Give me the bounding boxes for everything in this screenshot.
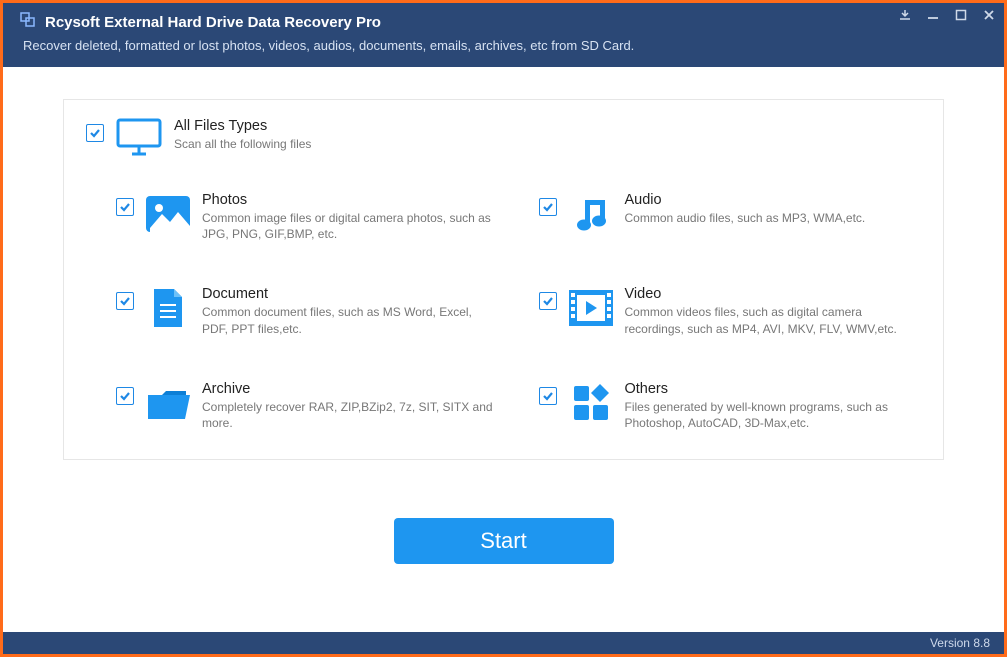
footer-area: Start bbox=[63, 460, 944, 622]
photos-icon bbox=[146, 192, 190, 236]
photos-title: Photos bbox=[202, 192, 499, 208]
checkbox-all[interactable] bbox=[86, 124, 104, 142]
video-icon bbox=[569, 286, 613, 330]
archive-title: Archive bbox=[202, 381, 499, 397]
category-document: Document Common document files, such as … bbox=[116, 286, 499, 336]
monitor-icon bbox=[116, 118, 162, 158]
download-icon[interactable] bbox=[896, 7, 914, 23]
category-archive: Archive Completely recover RAR, ZIP,BZip… bbox=[116, 381, 499, 431]
minimize-button[interactable] bbox=[924, 7, 942, 23]
others-icon bbox=[569, 381, 613, 425]
category-all: All Files Types Scan all the following f… bbox=[86, 118, 921, 158]
archive-desc: Completely recover RAR, ZIP,BZip2, 7z, S… bbox=[202, 399, 499, 431]
app-icon bbox=[19, 11, 37, 34]
file-types-panel: All Files Types Scan all the following f… bbox=[63, 99, 944, 460]
archive-icon bbox=[146, 381, 190, 425]
audio-desc: Common audio files, such as MP3, WMA,etc… bbox=[625, 210, 922, 226]
checkbox-document[interactable] bbox=[116, 292, 134, 310]
app-title: Rcysoft External Hard Drive Data Recover… bbox=[45, 14, 381, 31]
maximize-button[interactable] bbox=[952, 7, 970, 23]
categories-grid: Photos Common image files or digital cam… bbox=[86, 192, 921, 431]
video-desc: Common videos files, such as digital cam… bbox=[625, 304, 922, 336]
version-label: Version 8.8 bbox=[930, 636, 990, 650]
close-button[interactable] bbox=[980, 7, 998, 23]
all-desc: Scan all the following files bbox=[174, 136, 921, 152]
document-desc: Common document files, such as MS Word, … bbox=[202, 304, 499, 336]
audio-icon bbox=[569, 192, 613, 236]
checkbox-audio[interactable] bbox=[539, 198, 557, 216]
category-audio: Audio Common audio files, such as MP3, W… bbox=[539, 192, 922, 242]
category-others: Others Files generated by well-known pro… bbox=[539, 381, 922, 431]
app-subtitle: Recover deleted, formatted or lost photo… bbox=[23, 38, 988, 53]
document-title: Document bbox=[202, 286, 499, 302]
category-photos: Photos Common image files or digital cam… bbox=[116, 192, 499, 242]
titlebar: Rcysoft External Hard Drive Data Recover… bbox=[19, 11, 988, 34]
category-video: Video Common videos files, such as digit… bbox=[539, 286, 922, 336]
app-window: Rcysoft External Hard Drive Data Recover… bbox=[0, 0, 1007, 657]
checkbox-others[interactable] bbox=[539, 387, 557, 405]
status-bar: Version 8.8 bbox=[3, 632, 1004, 654]
document-icon bbox=[146, 286, 190, 330]
header: Rcysoft External Hard Drive Data Recover… bbox=[3, 3, 1004, 67]
others-desc: Files generated by well-known programs, … bbox=[625, 399, 922, 431]
checkbox-video[interactable] bbox=[539, 292, 557, 310]
checkbox-photos[interactable] bbox=[116, 198, 134, 216]
main-content: All Files Types Scan all the following f… bbox=[3, 67, 1004, 632]
window-controls bbox=[896, 7, 998, 23]
checkbox-archive[interactable] bbox=[116, 387, 134, 405]
audio-title: Audio bbox=[625, 192, 922, 208]
others-title: Others bbox=[625, 381, 922, 397]
photos-desc: Common image files or digital camera pho… bbox=[202, 210, 499, 242]
video-title: Video bbox=[625, 286, 922, 302]
all-title: All Files Types bbox=[174, 118, 921, 134]
start-button[interactable]: Start bbox=[394, 518, 614, 564]
